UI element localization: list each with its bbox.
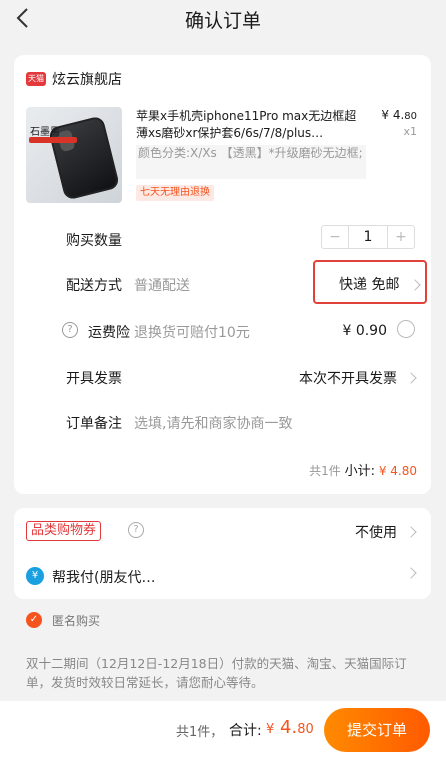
checkmark-icon[interactable]: ✓ [26,612,42,628]
help-icon[interactable]: ? [128,522,144,538]
thumb-red-strip [29,137,77,143]
friend-pay-label[interactable]: 帮我付(朋友代… [52,567,155,587]
delivery-row[interactable]: 配送方式 普通配送 快递 免邮 [14,260,431,304]
remark-label: 订单备注 [66,416,122,432]
page-title: 确认订单 [184,10,261,32]
help-icon[interactable]: ? [62,322,78,338]
chevron-right-icon[interactable] [405,567,417,579]
chevron-right-icon [405,372,417,384]
product-title[interactable]: 苹果x手机壳iphone11Pro max无边框超薄xs磨砂xr保护套6/6s/… [136,108,368,142]
quantity-row: 购买数量 − 1 + [14,225,431,251]
total-value: ¥ 4.80 [266,717,314,738]
product-quantity: x1 [403,125,417,138]
shop-header[interactable]: 天猫 炫云旗舰店 [26,69,122,89]
delivery-label: 配送方式 [66,278,122,294]
tmall-logo-icon: 天猫 [26,72,46,86]
pay-icon: ¥ [26,567,44,585]
decrement-button[interactable]: − [322,226,348,248]
insurance-sub: 退换货可赔付10元 [134,325,250,341]
footer-count: 共1件， [176,725,224,740]
insurance-label: 运费险 [88,325,130,341]
delivery-option[interactable]: 快递 免邮 [313,260,427,304]
delivery-sub: 普通配送 [134,278,190,294]
bottom-bar: 共1件， 合计: ¥ 4.80 提交订单 [0,701,446,759]
invoice-row[interactable]: 开具发票 本次不开具发票 [14,367,431,389]
anonymous-purchase-label[interactable]: 匿名购买 [52,612,100,629]
increment-button[interactable]: + [388,226,414,248]
submit-order-button[interactable]: 提交订单 [324,708,430,752]
chevron-right-icon [405,526,417,538]
invoice-label: 开具发票 [66,371,122,387]
order-card: 天猫 炫云旗舰店 石墨黑 苹果x手机壳iphone11Pro max无边框超薄x… [14,55,431,494]
product-thumbnail[interactable]: 石墨黑 [26,107,122,203]
coupon-value[interactable]: 不使用 [355,522,417,542]
insurance-price: ¥ 0.90 [342,320,415,340]
coupon-tag[interactable]: 品类购物券 [26,521,102,541]
extras-card: 品类购物券 ? 不使用 ¥ 帮我付(朋友代… [14,508,431,599]
delivery-value: 快递 免邮 [339,277,400,293]
insurance-row[interactable]: ? 运费险 退换货可赔付10元 ¥ 0.90 [14,320,431,343]
subtotal: 共1件 小计: ¥ 4.80 [309,464,417,479]
thumb-color-text: 石墨黑 [30,127,60,138]
top-bar: 确认订单 [0,0,446,38]
refund-badge: 七天无理由退换 [136,185,214,201]
insurance-radio[interactable] [397,320,415,338]
quantity-label: 购买数量 [66,233,122,249]
quantity-stepper[interactable]: − 1 + [321,225,415,249]
chevron-right-icon [409,279,421,291]
holiday-notice: 双十二期间（12月12日-12月18日）付款的天猫、淘宝、天猫国际订单，发货时效… [26,656,407,690]
shop-name: 炫云旗舰店 [52,72,122,88]
product-price: ¥ 4.80 [381,108,417,122]
invoice-value: 本次不开具发票 [299,368,417,388]
product-sku: 颜色分类:X/Xs 【透黑】*升级磨砂无边框; [136,145,366,179]
remark-input[interactable]: 选填,请先和商家协商一致 [134,413,292,433]
total-label: 合计: [229,723,262,739]
remark-row[interactable]: 订单备注 选填,请先和商家协商一致 [14,412,431,434]
quantity-value[interactable]: 1 [348,226,388,248]
